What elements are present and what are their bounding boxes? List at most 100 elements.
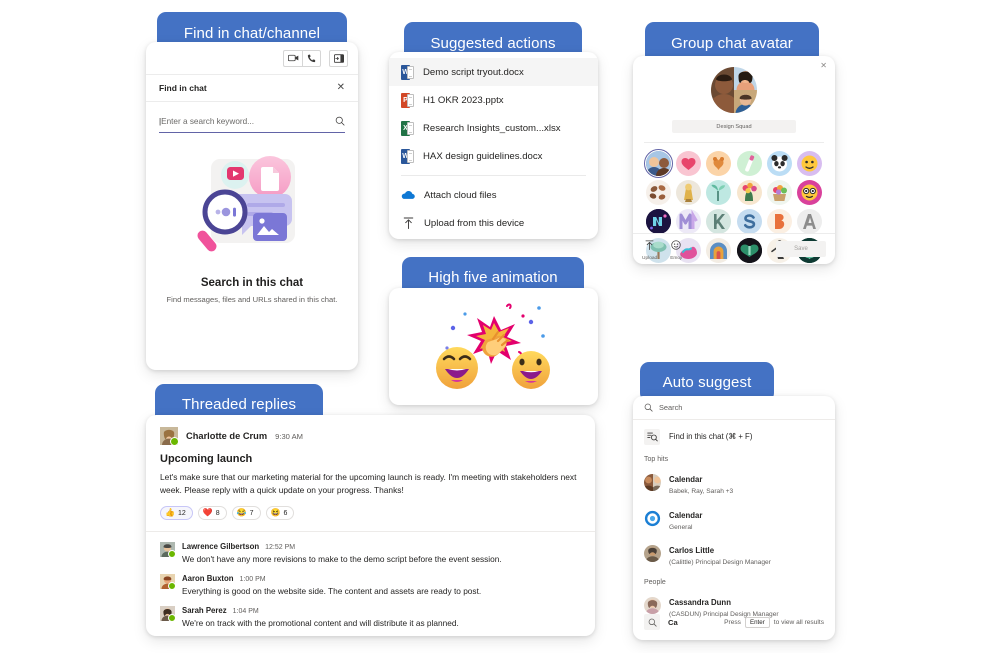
- reply-author: Sarah Perez: [182, 606, 227, 616]
- search-empty-illustration: [146, 149, 358, 267]
- divider: [401, 175, 586, 176]
- reply-item[interactable]: Aaron Buxton 1:00 PM Everything is good …: [160, 574, 581, 596]
- search-icon[interactable]: [335, 113, 345, 131]
- high-five-illustration: [411, 296, 577, 397]
- tab-label-text: Auto suggest: [662, 373, 752, 391]
- reply-author: Aaron Buxton: [182, 574, 234, 584]
- enter-key-badge: Enter: [744, 616, 770, 628]
- avatar-option[interactable]: [797, 209, 823, 234]
- avatar-option[interactable]: [766, 151, 792, 176]
- reaction-pill[interactable]: ❤️ 8: [197, 506, 227, 521]
- excel-file-icon: X: [401, 120, 414, 136]
- search-placeholder: Search: [659, 403, 683, 412]
- top-hit-item[interactable]: Carlos Little (Calittle) Principal Desig…: [633, 536, 835, 572]
- teams-channel-icon: [644, 509, 661, 527]
- find-in-chat-title: Find in chat: [159, 83, 207, 93]
- people-title: Cassandra Dunn: [669, 597, 731, 607]
- file-item[interactable]: P H1 OKR 2023.pptx: [389, 86, 598, 114]
- file-item[interactable]: X Research Insights_custom...xlsx: [389, 114, 598, 142]
- top-hit-subtitle: Babek, Ray, Sarah +3: [669, 488, 734, 495]
- reaction-pill[interactable]: 👍 12: [160, 506, 193, 521]
- message-subject: Upcoming launch: [160, 453, 253, 465]
- group-avatar-preview: [711, 67, 757, 113]
- reaction-pill[interactable]: 😂 7: [231, 506, 261, 521]
- avatar-option[interactable]: [706, 209, 732, 234]
- chat-toolbar: [146, 42, 358, 75]
- top-hit-title: Carlos Little: [669, 546, 715, 556]
- find-in-this-chat-item[interactable]: Find in this chat (⌘ + F): [633, 424, 835, 449]
- group-name-field[interactable]: Design Squad: [672, 120, 796, 133]
- message-body: Let's make sure that our marketing mater…: [160, 472, 577, 496]
- powerpoint-file-icon: P: [401, 92, 414, 108]
- tab-label-text: Group chat avatar: [671, 34, 793, 52]
- top-hit-item[interactable]: Calendar General: [633, 501, 835, 537]
- reply-item[interactable]: Lawrence Gilbertson 12:52 PM We don't ha…: [160, 542, 581, 564]
- open-panel-icon[interactable]: [329, 49, 348, 67]
- avatar-option[interactable]: [797, 151, 823, 176]
- close-icon[interactable]: ✕: [337, 83, 345, 93]
- people-label: People: [644, 578, 666, 586]
- search-icon: [644, 614, 660, 630]
- tab-label-text: Threaded replies: [181, 395, 297, 413]
- avatar-option[interactable]: [766, 180, 792, 205]
- upload-avatar-button[interactable]: Upload: [642, 237, 657, 261]
- reply-text: Everything is good on the website side. …: [182, 586, 482, 597]
- avatar-option[interactable]: [736, 180, 762, 205]
- avatar-option[interactable]: [706, 180, 732, 205]
- avatar-footer-bar: Upload Emoji Save: [633, 233, 835, 264]
- search-query-text: Ca: [668, 617, 678, 627]
- divider: [644, 142, 824, 143]
- avatar-option[interactable]: [706, 151, 732, 176]
- word-file-icon: W: [401, 148, 414, 164]
- reaction-emoji: 😂: [236, 508, 247, 518]
- avatar-option[interactable]: [675, 180, 701, 205]
- reaction-emoji: 👍: [165, 508, 175, 518]
- upload-label: Upload: [642, 256, 658, 261]
- emoji-avatar-button[interactable]: Emoji: [670, 237, 682, 261]
- tab-label-text: Suggested actions: [430, 34, 556, 52]
- search-all-results-row[interactable]: Ca Press Enter to view all results: [633, 612, 835, 632]
- search-placeholder: Enter a search keyword...: [159, 117, 254, 126]
- reply-time: 1:04 PM: [232, 608, 259, 616]
- avatar-option[interactable]: [736, 209, 762, 234]
- search-input[interactable]: Search: [633, 396, 835, 420]
- message-header: Charlotte de Crum 9:30 AM: [160, 427, 581, 452]
- phone-icon[interactable]: [302, 49, 321, 67]
- save-label: Save: [794, 246, 808, 252]
- file-item[interactable]: W Demo script tryout.docx: [389, 58, 598, 86]
- message-author: Charlotte de Crum: [186, 431, 268, 441]
- find-in-this-chat-label: Find in this chat (⌘ + F): [669, 432, 753, 441]
- avatar-option[interactable]: [645, 180, 671, 205]
- reaction-count: 6: [283, 509, 288, 517]
- save-button[interactable]: Save: [776, 241, 826, 257]
- top-hit-title: Calendar: [669, 475, 703, 484]
- top-hit-item[interactable]: Calendar Babek, Ray, Sarah +3: [633, 465, 835, 501]
- top-hits-label: Top hits: [644, 456, 669, 463]
- avatar-option[interactable]: [736, 151, 762, 176]
- close-icon[interactable]: ✕: [820, 61, 827, 70]
- top-hit-subtitle: (Calittle) Principal Design Manager: [669, 559, 771, 567]
- file-item[interactable]: W HAX design guidelines.docx: [389, 142, 598, 170]
- avatar-option[interactable]: [675, 151, 701, 176]
- top-hit-subtitle: General: [669, 523, 693, 531]
- reply-item[interactable]: Sarah Perez 1:04 PM We're on track with …: [160, 606, 581, 628]
- reaction-pill[interactable]: 😆 6: [265, 506, 295, 521]
- upload-arrow-icon: [645, 237, 654, 255]
- attach-cloud-files-item[interactable]: Attach cloud files: [389, 181, 598, 209]
- search-input[interactable]: Enter a search keyword...: [159, 111, 345, 133]
- avatar-option[interactable]: [643, 148, 673, 179]
- top-hit-title: Calendar: [669, 510, 703, 520]
- avatar-option[interactable]: [675, 209, 701, 234]
- message-time: 9:30 AM: [275, 431, 303, 441]
- file-name: H1 OKR 2023.pptx: [423, 94, 504, 106]
- avatar-option[interactable]: [645, 209, 671, 234]
- view-all-results-label: to view all results: [773, 618, 824, 626]
- video-camera-icon[interactable]: [283, 49, 302, 67]
- upload-from-device-item[interactable]: Upload from this device: [389, 209, 598, 237]
- action-label: Attach cloud files: [424, 189, 497, 201]
- avatar: [711, 67, 757, 113]
- high-five-animation-panel: [389, 288, 598, 405]
- upload-arrow-icon: [401, 216, 415, 230]
- avatar-option[interactable]: [766, 209, 792, 234]
- avatar-option[interactable]: [797, 180, 823, 205]
